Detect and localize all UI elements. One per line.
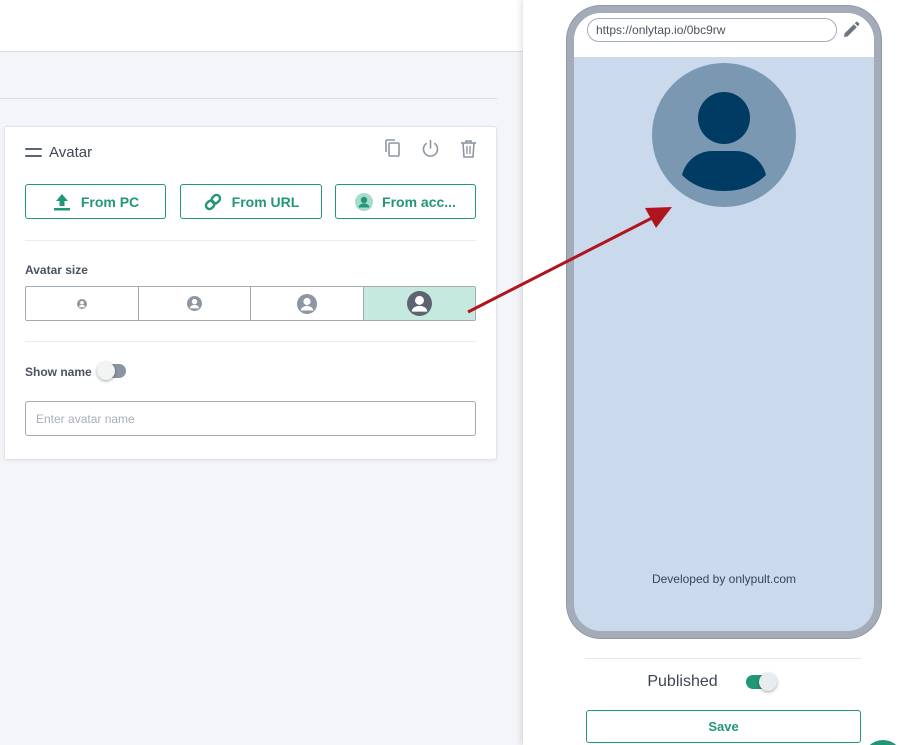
divider	[25, 240, 476, 241]
top-bar	[0, 0, 523, 52]
card-actions	[382, 138, 478, 158]
power-icon[interactable]	[420, 138, 440, 158]
chat-bubble-button[interactable]	[863, 740, 900, 745]
editor-pane: Avatar From PC From URL From acc... Avat…	[0, 0, 523, 745]
divider	[585, 658, 861, 659]
user-icon	[406, 291, 432, 316]
card-header[interactable]: Avatar	[25, 144, 92, 161]
avatar-size-selector	[25, 286, 476, 321]
link-icon	[203, 192, 223, 212]
trash-icon[interactable]	[458, 138, 478, 158]
user-icon	[186, 296, 202, 311]
avatar-name-input[interactable]	[25, 401, 476, 436]
user-icon	[76, 298, 87, 309]
drag-handle-icon[interactable]	[25, 148, 42, 157]
account-avatar-icon	[355, 192, 374, 211]
from-pc-button[interactable]: From PC	[25, 184, 166, 219]
avatar-size-label: Avatar size	[25, 263, 88, 277]
copy-icon[interactable]	[382, 138, 402, 158]
section-divider	[0, 98, 497, 99]
from-url-button[interactable]: From URL	[180, 184, 322, 219]
phone-preview: https://onlytap.io/0bc9rw Developed by o…	[567, 6, 881, 638]
avatar-size-xs-option[interactable]	[26, 287, 139, 320]
upload-icon	[52, 193, 72, 211]
user-icon	[296, 293, 317, 314]
avatar-size-s-option[interactable]	[139, 287, 251, 320]
avatar-size-m-option[interactable]	[251, 287, 364, 320]
preview-pane: https://onlytap.io/0bc9rw Developed by o…	[523, 0, 900, 745]
phone-address-bar: https://onlytap.io/0bc9rw	[574, 13, 874, 57]
save-button[interactable]: Save	[586, 710, 861, 743]
user-silhouette-icon	[682, 92, 766, 191]
avatar-preview-image	[652, 63, 796, 207]
published-toggle[interactable]	[745, 673, 777, 691]
show-name-toggle[interactable]	[97, 362, 126, 380]
from-account-button[interactable]: From acc...	[335, 184, 476, 219]
show-name-label: Show name	[25, 365, 92, 379]
card-title: Avatar	[49, 144, 93, 161]
footer-credit: Developed by onlypult.com	[651, 572, 797, 586]
pencil-icon[interactable]	[840, 19, 862, 41]
page-url-field[interactable]: https://onlytap.io/0bc9rw	[587, 18, 837, 42]
published-row: Published	[523, 673, 900, 691]
published-label: Published	[647, 673, 718, 690]
avatar-size-l-option[interactable]	[363, 287, 475, 320]
divider	[25, 341, 476, 342]
avatar-block-card: Avatar From PC From URL From acc... Avat…	[4, 126, 497, 460]
